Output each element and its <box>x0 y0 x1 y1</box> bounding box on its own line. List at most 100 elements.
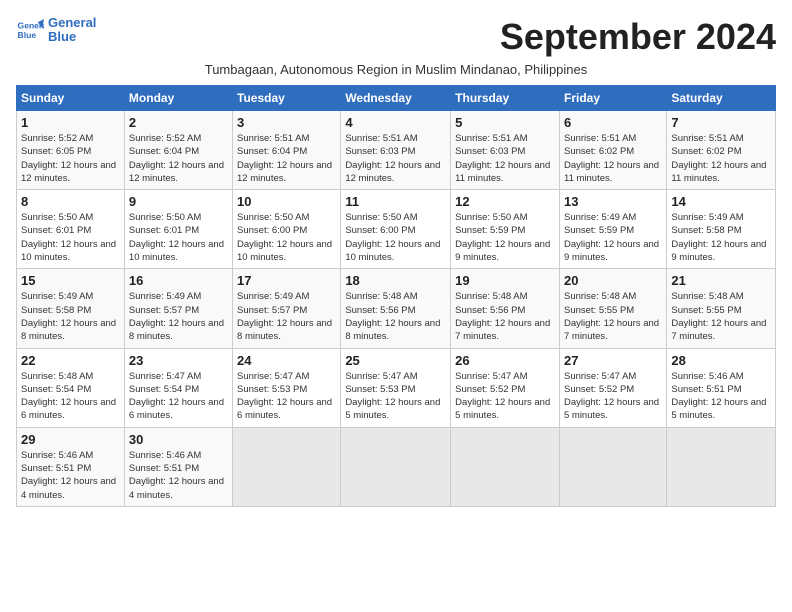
day-details: Sunrise: 5:51 AMSunset: 6:04 PMDaylight:… <box>237 132 336 185</box>
calendar-cell: 1Sunrise: 5:52 AMSunset: 6:05 PMDaylight… <box>17 111 125 190</box>
calendar-cell: 28 Sunrise: 5:46 AMSunset: 5:51 PMDayligh… <box>667 348 776 427</box>
day-details: Sunrise: 5:51 AMSunset: 6:02 PMDaylight:… <box>671 132 771 185</box>
subtitle: Tumbagaan, Autonomous Region in Muslim M… <box>16 62 776 77</box>
day-details: Sunrise: 5:52 AMSunset: 6:04 PMDaylight:… <box>129 132 228 185</box>
day-details: Sunrise: 5:51 AMSunset: 6:03 PMDaylight:… <box>345 132 446 185</box>
day-number: 12 <box>455 194 555 209</box>
week-row-5: 29 Sunrise: 5:46 AMSunset: 5:51 PMDayligh… <box>17 427 776 506</box>
logo-icon: General Blue <box>16 16 44 44</box>
day-details: Sunrise: 5:47 AMSunset: 5:52 PMDaylight:… <box>455 370 555 423</box>
day-details: Sunrise: 5:51 AMSunset: 6:02 PMDaylight:… <box>564 132 662 185</box>
column-header-sunday: Sunday <box>17 86 125 111</box>
week-row-1: 1Sunrise: 5:52 AMSunset: 6:05 PMDaylight… <box>17 111 776 190</box>
day-details: Sunrise: 5:50 AMSunset: 5:59 PMDaylight:… <box>455 211 555 264</box>
column-header-friday: Friday <box>559 86 666 111</box>
day-details: Sunrise: 5:46 AMSunset: 5:51 PMDaylight:… <box>129 449 228 502</box>
calendar-cell: 2 Sunrise: 5:52 AMSunset: 6:04 PMDaylight… <box>124 111 232 190</box>
day-number: 10 <box>237 194 336 209</box>
day-details: Sunrise: 5:49 AMSunset: 5:57 PMDaylight:… <box>237 290 336 343</box>
day-number: 20 <box>564 273 662 288</box>
week-row-4: 22 Sunrise: 5:48 AMSunset: 5:54 PMDayligh… <box>17 348 776 427</box>
day-number: 25 <box>345 353 446 368</box>
day-details: Sunrise: 5:46 AMSunset: 5:51 PMDaylight:… <box>21 449 120 502</box>
day-number: 2 <box>129 115 228 130</box>
day-number: 9 <box>129 194 228 209</box>
day-number: 15 <box>21 273 120 288</box>
day-details: Sunrise: 5:50 AMSunset: 6:00 PMDaylight:… <box>345 211 446 264</box>
day-number: 26 <box>455 353 555 368</box>
calendar-cell: 15 Sunrise: 5:49 AMSunset: 5:58 PMDayligh… <box>17 269 125 348</box>
column-header-thursday: Thursday <box>451 86 560 111</box>
calendar-cell: 18 Sunrise: 5:48 AMSunset: 5:56 PMDayligh… <box>341 269 451 348</box>
column-header-tuesday: Tuesday <box>233 86 341 111</box>
calendar-cell: 26 Sunrise: 5:47 AMSunset: 5:52 PMDayligh… <box>451 348 560 427</box>
day-number: 16 <box>129 273 228 288</box>
day-details: Sunrise: 5:49 AMSunset: 5:57 PMDaylight:… <box>129 290 228 343</box>
calendar-table: SundayMondayTuesdayWednesdayThursdayFrid… <box>16 85 776 507</box>
header: General Blue General Blue September 2024 <box>16 16 776 58</box>
day-details: Sunrise: 5:49 AMSunset: 5:58 PMDaylight:… <box>671 211 771 264</box>
day-details: Sunrise: 5:47 AMSunset: 5:54 PMDaylight:… <box>129 370 228 423</box>
calendar-cell: 9Sunrise: 5:50 AMSunset: 6:01 PMDaylight… <box>124 190 232 269</box>
calendar-cell: 24 Sunrise: 5:47 AMSunset: 5:53 PMDayligh… <box>233 348 341 427</box>
day-number: 19 <box>455 273 555 288</box>
day-number: 8 <box>21 194 120 209</box>
day-number: 21 <box>671 273 771 288</box>
calendar-cell: 8 Sunrise: 5:50 AMSunset: 6:01 PMDaylight… <box>17 190 125 269</box>
column-header-saturday: Saturday <box>667 86 776 111</box>
day-number: 18 <box>345 273 446 288</box>
day-details: Sunrise: 5:48 AMSunset: 5:56 PMDaylight:… <box>455 290 555 343</box>
week-row-3: 15 Sunrise: 5:49 AMSunset: 5:58 PMDayligh… <box>17 269 776 348</box>
svg-text:Blue: Blue <box>18 30 37 40</box>
day-details: Sunrise: 5:46 AMSunset: 5:51 PMDaylight:… <box>671 370 771 423</box>
day-details: Sunrise: 5:47 AMSunset: 5:53 PMDaylight:… <box>237 370 336 423</box>
day-number: 30 <box>129 432 228 447</box>
day-details: Sunrise: 5:48 AMSunset: 5:54 PMDaylight:… <box>21 370 120 423</box>
day-number: 7 <box>671 115 771 130</box>
calendar-body: 1Sunrise: 5:52 AMSunset: 6:05 PMDaylight… <box>17 111 776 507</box>
calendar-cell <box>559 427 666 506</box>
day-number: 24 <box>237 353 336 368</box>
day-details: Sunrise: 5:49 AMSunset: 5:58 PMDaylight:… <box>21 290 120 343</box>
day-number: 28 <box>671 353 771 368</box>
day-details: Sunrise: 5:50 AMSunset: 6:01 PMDaylight:… <box>21 211 120 264</box>
calendar-cell: 21 Sunrise: 5:48 AMSunset: 5:55 PMDayligh… <box>667 269 776 348</box>
calendar-cell: 29 Sunrise: 5:46 AMSunset: 5:51 PMDayligh… <box>17 427 125 506</box>
calendar-cell: 27 Sunrise: 5:47 AMSunset: 5:52 PMDayligh… <box>559 348 666 427</box>
calendar-cell: 5Sunrise: 5:51 AMSunset: 6:03 PMDaylight… <box>451 111 560 190</box>
day-details: Sunrise: 5:52 AMSunset: 6:05 PMDaylight:… <box>21 132 120 185</box>
calendar-cell <box>667 427 776 506</box>
calendar-cell: 12 Sunrise: 5:50 AMSunset: 5:59 PMDayligh… <box>451 190 560 269</box>
calendar-cell: 16 Sunrise: 5:49 AMSunset: 5:57 PMDayligh… <box>124 269 232 348</box>
day-number: 27 <box>564 353 662 368</box>
day-number: 4 <box>345 115 446 130</box>
calendar-cell: 20Sunrise: 5:48 AMSunset: 5:55 PMDayligh… <box>559 269 666 348</box>
calendar-cell: 10 Sunrise: 5:50 AMSunset: 6:00 PMDayligh… <box>233 190 341 269</box>
column-header-wednesday: Wednesday <box>341 86 451 111</box>
day-number: 22 <box>21 353 120 368</box>
calendar-cell <box>451 427 560 506</box>
calendar-cell: 11Sunrise: 5:50 AMSunset: 6:00 PMDayligh… <box>341 190 451 269</box>
day-number: 6 <box>564 115 662 130</box>
calendar-cell: 17Sunrise: 5:49 AMSunset: 5:57 PMDayligh… <box>233 269 341 348</box>
day-details: Sunrise: 5:48 AMSunset: 5:55 PMDaylight:… <box>671 290 771 343</box>
logo: General Blue General Blue <box>16 16 96 45</box>
calendar-cell: 3 Sunrise: 5:51 AMSunset: 6:04 PMDaylight… <box>233 111 341 190</box>
day-details: Sunrise: 5:50 AMSunset: 6:00 PMDaylight:… <box>237 211 336 264</box>
day-number: 29 <box>21 432 120 447</box>
day-details: Sunrise: 5:47 AMSunset: 5:53 PMDaylight:… <box>345 370 446 423</box>
logo-general: General <box>48 16 96 30</box>
day-number: 3 <box>237 115 336 130</box>
column-header-monday: Monday <box>124 86 232 111</box>
calendar-cell: 6 Sunrise: 5:51 AMSunset: 6:02 PMDaylight… <box>559 111 666 190</box>
calendar-cell: 22 Sunrise: 5:48 AMSunset: 5:54 PMDayligh… <box>17 348 125 427</box>
day-details: Sunrise: 5:47 AMSunset: 5:52 PMDaylight:… <box>564 370 662 423</box>
logo-blue: Blue <box>48 30 96 44</box>
calendar-cell: 4 Sunrise: 5:51 AMSunset: 6:03 PMDaylight… <box>341 111 451 190</box>
day-details: Sunrise: 5:49 AMSunset: 5:59 PMDaylight:… <box>564 211 662 264</box>
day-details: Sunrise: 5:48 AMSunset: 5:56 PMDaylight:… <box>345 290 446 343</box>
calendar-header-row: SundayMondayTuesdayWednesdayThursdayFrid… <box>17 86 776 111</box>
day-number: 14 <box>671 194 771 209</box>
month-title: September 2024 <box>500 16 776 58</box>
calendar-cell: 23Sunrise: 5:47 AMSunset: 5:54 PMDayligh… <box>124 348 232 427</box>
